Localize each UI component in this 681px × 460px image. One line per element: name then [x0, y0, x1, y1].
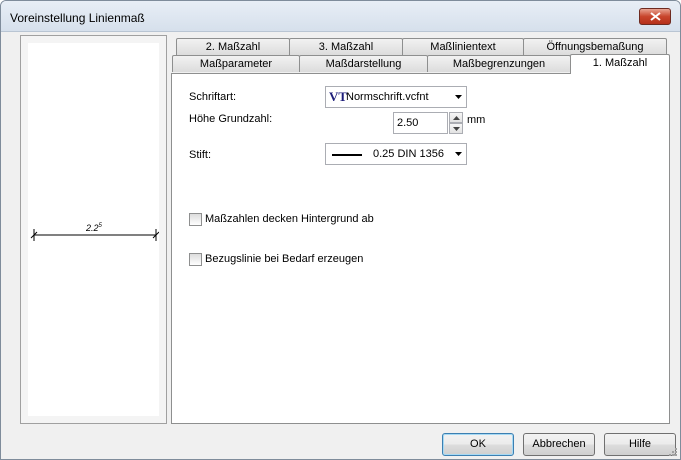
pen-label: Stift:	[189, 149, 212, 161]
font-value: Normschrift.vcfnt	[346, 91, 429, 103]
window-title: Voreinstellung Linienmaß	[10, 11, 145, 25]
arrow-up-icon	[453, 116, 460, 120]
arrow-down-icon	[453, 127, 460, 131]
tab-oeffnungsbemassung[interactable]: Öffnungsbemaßung	[523, 38, 667, 55]
height-decrement-button[interactable]	[449, 123, 463, 134]
tab-massdarstellung[interactable]: Maßdarstellung	[299, 55, 428, 72]
font-label: Schriftart:	[189, 91, 237, 103]
resize-grip-icon[interactable]	[668, 447, 678, 457]
preview-canvas: 2.25	[28, 43, 159, 416]
font-select[interactable]: VT Normschrift.vcfnt	[325, 86, 467, 108]
close-button[interactable]	[639, 8, 671, 25]
background-checkbox[interactable]	[189, 213, 202, 226]
help-button[interactable]: Hilfe	[604, 433, 676, 456]
tab-1-masszahl[interactable]: 1. Maßzahl	[570, 54, 670, 74]
ok-button[interactable]: OK	[442, 433, 514, 456]
preview-pane: 2.25	[20, 35, 167, 424]
pen-select[interactable]: 0.25 DIN 1356	[325, 143, 467, 165]
chevron-down-icon	[455, 95, 462, 99]
reference-line-checkbox[interactable]	[189, 253, 202, 266]
height-stepper	[449, 112, 463, 134]
title-bar: Voreinstellung Linienmaß	[1, 1, 680, 32]
height-increment-button[interactable]	[449, 112, 463, 123]
vector-font-icon: VT	[329, 89, 348, 104]
tab-massbegrenzungen[interactable]: Maßbegrenzungen	[427, 55, 571, 72]
tab-2-masszahl[interactable]: 2. Maßzahl	[176, 38, 290, 55]
cancel-button[interactable]: Abbrechen	[523, 433, 595, 456]
background-checkbox-label: Maßzahlen decken Hintergrund ab	[205, 213, 374, 225]
tab-massparameter[interactable]: Maßparameter	[172, 55, 300, 72]
preview-dimension-value: 2.25	[86, 223, 102, 233]
close-icon	[650, 12, 661, 21]
height-input[interactable]: 2.50	[393, 112, 448, 134]
reference-line-checkbox-label: Bezugslinie bei Bedarf erzeugen	[205, 253, 364, 265]
pen-value: 0.25 DIN 1356	[373, 148, 444, 160]
height-unit: mm	[467, 114, 486, 126]
chevron-down-icon	[455, 152, 462, 156]
tab-masslinientext[interactable]: Maßlinientext	[402, 38, 524, 55]
pen-line-icon	[332, 154, 362, 156]
tab-3-masszahl[interactable]: 3. Maßzahl	[289, 38, 403, 55]
height-label: Höhe Grundzahl:	[189, 113, 273, 125]
dialog-window: Voreinstellung Linienmaß 2.25 2. Maßzahl…	[0, 0, 681, 460]
